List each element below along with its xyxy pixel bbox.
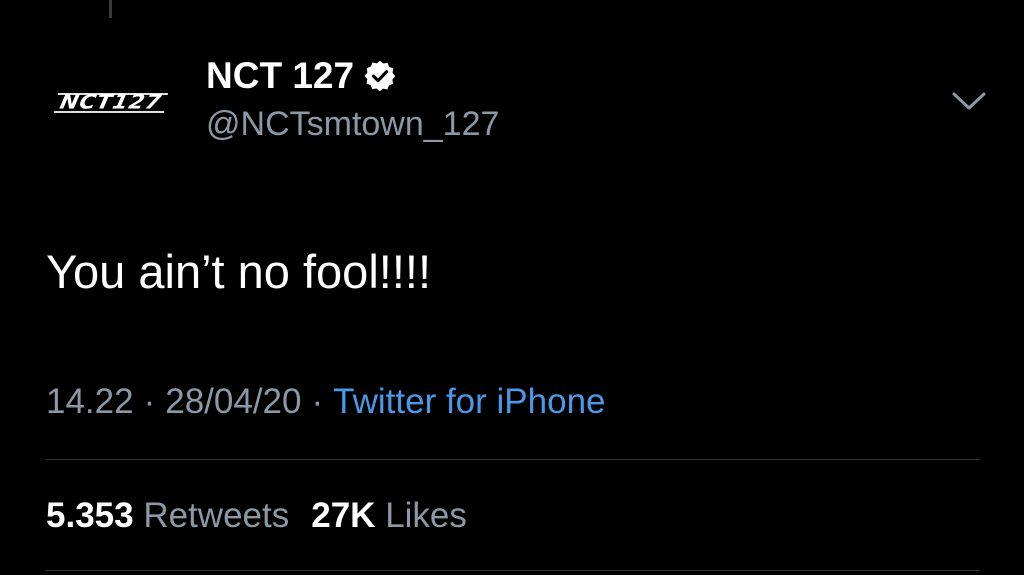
thread-connector-line: [109, 0, 112, 18]
verified-badge-icon: [364, 60, 396, 92]
tweet-source-link[interactable]: Twitter for iPhone: [333, 382, 605, 421]
tweet-text: You ain’t no fool!!!!: [46, 245, 431, 298]
retweets-count: 5.353: [46, 496, 134, 535]
tweet-stats: 5.353 Retweets 27K Likes: [46, 494, 489, 538]
author-name-row: NCT 127: [206, 56, 396, 96]
tweet-time: 14.22: [46, 382, 134, 421]
author-handle[interactable]: @NCTsmtown_127: [206, 104, 499, 144]
likes-stat[interactable]: 27K Likes: [311, 494, 467, 538]
retweets-label: Retweets: [143, 496, 290, 535]
tweet-date: 28/04/20: [165, 382, 302, 421]
avatar-logo-text: NCT127: [54, 91, 168, 114]
avatar[interactable]: NCT127: [40, 58, 182, 148]
author-display-name[interactable]: NCT 127: [206, 56, 354, 96]
meta-separator: ·: [311, 382, 324, 421]
tweet-meta: 14.22 · 28/04/20 · Twitter for iPhone: [46, 380, 606, 424]
meta-separator: ·: [143, 382, 156, 421]
divider: [46, 570, 980, 571]
divider: [46, 459, 980, 460]
likes-count: 27K: [311, 496, 376, 535]
chevron-down-icon[interactable]: [950, 90, 988, 114]
retweets-stat[interactable]: 5.353 Retweets: [46, 494, 289, 538]
likes-label: Likes: [385, 496, 467, 535]
